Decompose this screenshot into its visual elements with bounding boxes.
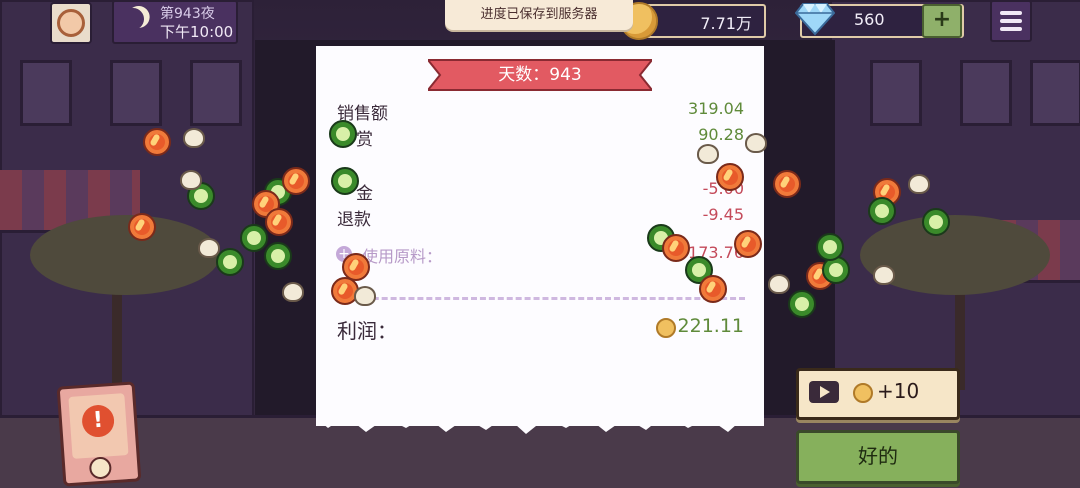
save-toast: 进度已保存到服务器 bbox=[445, 0, 633, 30]
night-counter: 第943夜 bbox=[160, 6, 215, 22]
window bbox=[960, 60, 1012, 126]
garlic-icon bbox=[873, 265, 895, 285]
garlic-icon bbox=[180, 170, 202, 190]
video-play-icon bbox=[809, 381, 839, 403]
tomato-slice-icon bbox=[128, 213, 156, 241]
garlic-icon bbox=[354, 286, 376, 306]
day-title: 天数：943 bbox=[498, 65, 582, 85]
sales-value: 319.04 bbox=[688, 99, 744, 118]
menu-button[interactable] bbox=[990, 0, 1032, 42]
jalapeno-slice-icon bbox=[331, 167, 359, 195]
jalapeno-slice-icon bbox=[922, 208, 950, 236]
hamburger-icon-bar bbox=[1000, 27, 1022, 31]
jalapeno-slice-icon bbox=[816, 233, 844, 261]
hamburger-icon-bar bbox=[1000, 19, 1022, 23]
jalapeno-slice-icon bbox=[216, 248, 244, 276]
ingredients-label[interactable]: 使用原料： bbox=[362, 243, 442, 267]
refund-label: 退款 bbox=[337, 210, 371, 230]
diamond-icon bbox=[795, 3, 835, 36]
garlic-icon bbox=[908, 174, 930, 194]
tomato-slice-icon bbox=[699, 275, 727, 303]
buy-gems-button[interactable]: + bbox=[922, 4, 962, 38]
tomato-slice-icon bbox=[734, 230, 762, 258]
avatar-face bbox=[57, 9, 85, 37]
coin-icon bbox=[656, 318, 676, 338]
window bbox=[190, 60, 242, 126]
refund-value: -9.45 bbox=[702, 205, 744, 224]
exclamation-icon: ! bbox=[81, 403, 116, 439]
tomato-slice-icon bbox=[773, 170, 801, 198]
left-tree bbox=[30, 215, 220, 295]
tomato-slice-icon bbox=[662, 234, 690, 262]
window bbox=[110, 60, 162, 126]
watch-ad-reward-button[interactable]: +10 bbox=[796, 368, 960, 420]
garlic-icon bbox=[282, 282, 304, 302]
ok-button[interactable]: 好的 bbox=[796, 430, 960, 484]
receipt-divider bbox=[337, 297, 745, 300]
hamburger-icon bbox=[1000, 11, 1022, 15]
window bbox=[20, 60, 72, 126]
tips-label: 赏 bbox=[356, 130, 373, 150]
receipt-torn-edge bbox=[316, 410, 764, 434]
tips-value: 90.28 bbox=[698, 125, 744, 144]
garlic-icon bbox=[697, 144, 719, 164]
profit-label: 利润： bbox=[337, 319, 397, 343]
garlic-icon bbox=[745, 133, 767, 153]
window bbox=[1030, 60, 1080, 126]
coin-icon bbox=[853, 383, 873, 403]
gem-value: 560 bbox=[854, 10, 885, 29]
moon-icon bbox=[119, 5, 147, 33]
ad-reward-amount: +10 bbox=[877, 379, 920, 403]
notification-card-face: ! bbox=[68, 393, 129, 459]
tomato-slice-icon bbox=[282, 167, 310, 195]
notification-card[interactable]: ! bbox=[56, 381, 142, 487]
clock-time: 下午10:00 bbox=[160, 23, 234, 41]
jalapeno-slice-icon bbox=[264, 242, 292, 270]
jalapeno-slice-icon bbox=[240, 224, 268, 252]
garlic-icon bbox=[768, 274, 790, 294]
player-avatar[interactable] bbox=[50, 2, 92, 44]
jalapeno-slice-icon bbox=[788, 290, 816, 318]
card-dot bbox=[88, 456, 113, 480]
jalapeno-slice-icon bbox=[868, 197, 896, 225]
coin-value: 7.71万 bbox=[700, 14, 752, 33]
day-time-panel: 第943夜 下午10:00 bbox=[112, 0, 238, 44]
profit-value: 221.11 bbox=[677, 315, 744, 337]
garlic-icon bbox=[183, 128, 205, 148]
tomato-slice-icon bbox=[143, 128, 171, 156]
tomato-slice-icon bbox=[265, 208, 293, 236]
tomato-slice-icon bbox=[716, 163, 744, 191]
window bbox=[870, 60, 922, 126]
jalapeno-slice-icon bbox=[329, 120, 357, 148]
day-banner: 天数：943 bbox=[428, 58, 652, 92]
